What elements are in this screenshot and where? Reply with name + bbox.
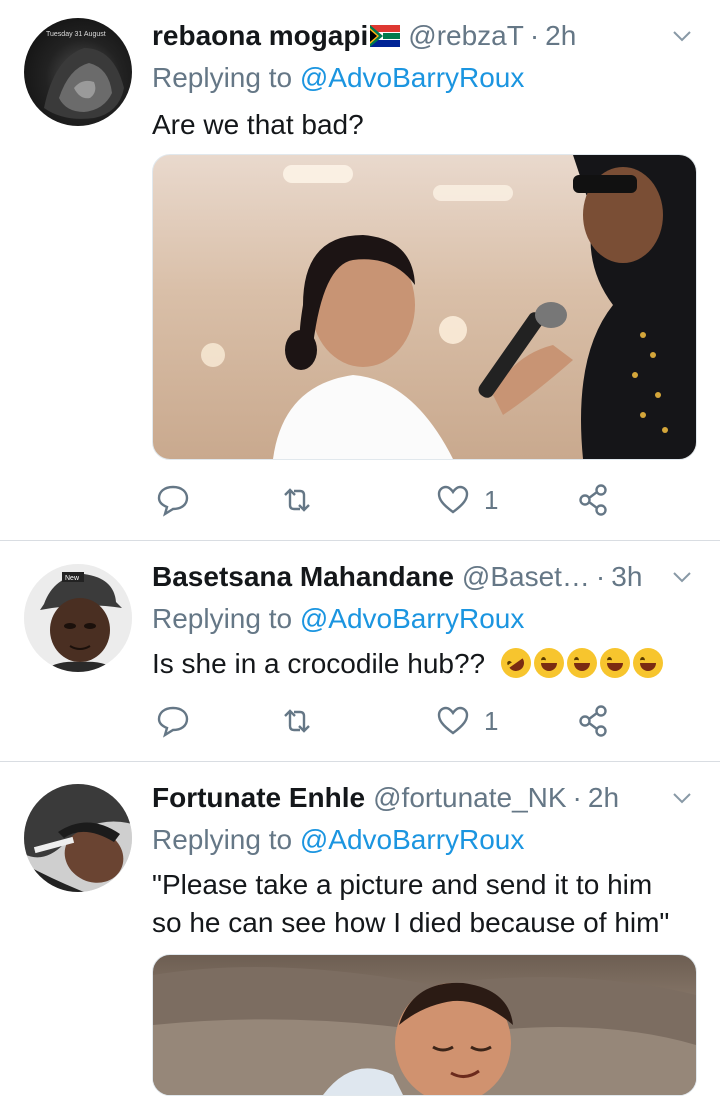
display-name[interactable]: Fortunate Enhle <box>152 782 365 814</box>
avatar-caption: Tuesday 31 August <box>46 31 106 38</box>
tears-of-joy-emoji-icon <box>632 648 663 678</box>
avatar[interactable]: Tuesday 31 August <box>24 18 132 126</box>
grinning-sweat-emoji-icon <box>533 648 564 678</box>
tweet-text-content: Is she in a crocodile hub?? <box>152 648 486 679</box>
user-handle[interactable]: @Baset… <box>462 561 590 593</box>
tears-of-joy-emoji-icon <box>566 648 597 678</box>
reply-mention-link[interactable]: @AdvoBarryRoux <box>300 62 525 93</box>
rofl-emoji-icon <box>494 642 537 684</box>
like-button[interactable]: 1 <box>436 701 498 741</box>
share-button[interactable] <box>576 701 610 741</box>
display-name[interactable]: rebaona mogapi <box>152 20 368 52</box>
reply-mention-link[interactable]: @AdvoBarryRoux <box>300 824 525 855</box>
tweet-text-line: "Please take a picture and send it to hi… <box>152 869 653 900</box>
tweet-header: rebaona mogapi @rebzaT · 2h <box>152 18 696 54</box>
cap-label: New <box>65 575 80 582</box>
avatar[interactable]: New <box>24 564 132 672</box>
chevron-down-icon[interactable] <box>672 26 692 46</box>
avatar[interactable] <box>24 784 132 892</box>
user-handle[interactable]: @fortunate_NK <box>373 782 566 814</box>
retweet-button[interactable] <box>280 480 314 520</box>
separator-dot: · <box>529 20 540 51</box>
tweet-text-line: so he can see how I died because of him" <box>152 907 670 938</box>
replying-to: Replying to @AdvoBarryRoux <box>152 62 524 94</box>
share-icon <box>579 484 607 516</box>
tweet-text: "Please take a picture and send it to hi… <box>152 866 700 942</box>
replying-to: Replying to @AdvoBarryRoux <box>152 824 524 856</box>
replying-to: Replying to @AdvoBarryRoux <box>152 603 524 635</box>
tweet-photo[interactable] <box>152 154 697 460</box>
avatar-photo: New <box>24 564 132 672</box>
south-africa-flag-icon <box>370 25 401 47</box>
display-name[interactable]: Basetsana Mahandane <box>152 561 454 593</box>
avatar-photo <box>24 784 132 892</box>
replying-to-label: Replying to <box>152 603 293 634</box>
avatar-lion-image: Tuesday 31 August <box>44 31 124 119</box>
heart-icon <box>437 706 469 735</box>
tweet-text: Is she in a crocodile hub?? <box>152 642 700 684</box>
chevron-down-icon[interactable] <box>672 788 692 808</box>
photo-image <box>153 967 696 1095</box>
separator-dot: · <box>572 782 582 813</box>
grinning-sweat-emoji-icon <box>599 648 630 678</box>
retweet-button[interactable] <box>280 701 314 741</box>
retweet-icon <box>284 709 310 733</box>
share-icon <box>579 705 607 737</box>
tweet-3[interactable]: Fortunate Enhle @fortunate_NK · 2h Reply… <box>0 762 720 1096</box>
tweet-actions: 1 <box>152 701 622 741</box>
like-button[interactable]: 1 <box>436 480 498 520</box>
like-count: 1 <box>484 484 499 515</box>
replying-to-label: Replying to <box>152 62 293 93</box>
reply-icon <box>157 485 189 517</box>
retweet-icon <box>284 488 310 512</box>
reply-mention-link[interactable]: @AdvoBarryRoux <box>300 603 525 634</box>
tweet-header: Basetsana Mahandane @Baset… · 3h <box>152 559 696 595</box>
chevron-down-icon[interactable] <box>672 567 692 587</box>
user-handle[interactable]: @rebzaT <box>408 20 524 52</box>
like-count: 1 <box>484 705 499 736</box>
reply-icon <box>157 706 189 738</box>
timestamp[interactable]: 2h <box>588 782 619 814</box>
tweet-text: Are we that bad? <box>152 109 364 140</box>
tweet-1[interactable]: Tuesday 31 August rebaona mogapi @rebzaT… <box>0 0 720 540</box>
tweet-header: Fortunate Enhle @fortunate_NK · 2h <box>152 780 696 816</box>
timestamp[interactable]: 3h <box>611 561 642 593</box>
tweet-actions: 1 <box>152 480 622 520</box>
timestamp[interactable]: 2h <box>545 20 576 52</box>
separator-dot: · <box>595 561 606 592</box>
share-button[interactable] <box>576 480 610 520</box>
replying-to-label: Replying to <box>152 824 293 855</box>
tweet-2[interactable]: New Basetsana Mahandane @Baset… · 3h Rep… <box>0 541 720 761</box>
heart-icon <box>437 485 469 514</box>
photo-image <box>201 155 696 459</box>
reply-button[interactable] <box>156 701 190 741</box>
reply-button[interactable] <box>156 480 190 520</box>
